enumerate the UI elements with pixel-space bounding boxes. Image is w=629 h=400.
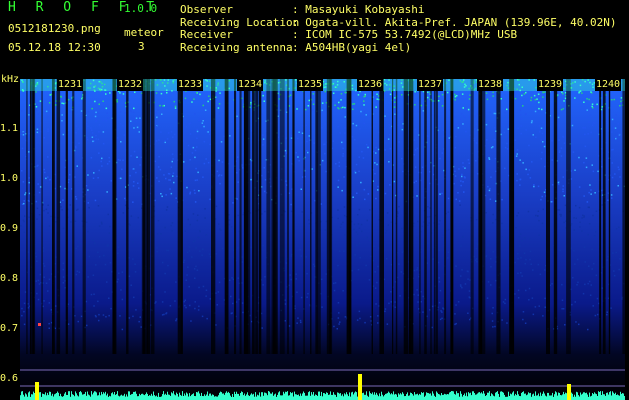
minute-label: 1235 xyxy=(297,79,324,91)
tick-label: 0.7 xyxy=(0,323,19,334)
tick-label: 0.9 xyxy=(0,223,19,234)
tick-label: 1.1 xyxy=(0,123,19,134)
station-info: Observer: Masayuki Kobayashi Receiving L… xyxy=(180,3,617,54)
minute-label: 1237 xyxy=(417,79,444,91)
meteor-echo xyxy=(35,382,39,400)
tick-label: 1.0 xyxy=(0,173,19,184)
minute-label: 1231 xyxy=(57,79,84,91)
minute-label: 1239 xyxy=(537,79,564,91)
file-name: 0512181230.png xyxy=(8,22,101,35)
minute-label: 1233 xyxy=(177,79,204,91)
spectrogram xyxy=(20,79,625,400)
spectrogram-canvas xyxy=(20,79,625,400)
minute-label: 1240 xyxy=(595,79,622,91)
app-version: 1.0.0 xyxy=(124,2,158,15)
frequency-axis: kHz 1.1 1.0 0.9 0.8 0.7 0.6 xyxy=(0,74,20,400)
minute-label: 1238 xyxy=(477,79,504,91)
minute-label: 1236 xyxy=(357,79,384,91)
meteor-count: 3 xyxy=(138,40,145,53)
meteor-label: meteor xyxy=(124,26,164,39)
axis-unit-label: kHz xyxy=(1,74,20,85)
header-panel: H R O F F T 1.0.0 0512181230.png 05.12.1… xyxy=(0,0,629,74)
meteor-echo xyxy=(38,323,41,326)
tick-label: 0.8 xyxy=(0,273,19,284)
tick-label: 0.6 xyxy=(0,373,19,384)
meteor-echo xyxy=(358,374,362,400)
minute-label: 1234 xyxy=(237,79,264,91)
info-row-antenna: Receiving antenna: A504HB(yagi 4el) xyxy=(180,40,412,54)
meteor-echo xyxy=(567,384,571,400)
minute-label: 1232 xyxy=(117,79,144,91)
date-time: 05.12.18 12:30 xyxy=(8,41,101,54)
